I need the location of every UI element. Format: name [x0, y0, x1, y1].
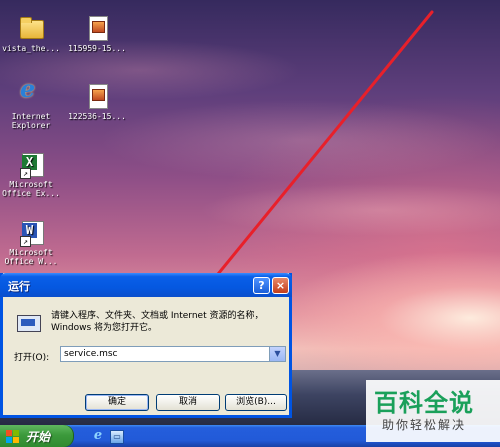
open-combobox[interactable]: service.msc ▼	[60, 346, 286, 362]
dialog-titlebar[interactable]: 运行 ? ×	[0, 273, 292, 297]
show-desktop-icon[interactable]: ▭	[110, 430, 124, 444]
watermark-brand: 百科全说	[374, 389, 474, 417]
cancel-button[interactable]: 取消	[156, 394, 220, 411]
watermark-tagline: 助你轻松解决	[382, 418, 467, 432]
open-label: 打开(O):	[14, 353, 50, 363]
watermark-logo: 百科全说 助你轻松解决	[366, 380, 500, 442]
close-button[interactable]: ×	[272, 277, 289, 294]
chevron-down-icon[interactable]: ▼	[269, 347, 285, 361]
start-button[interactable]: 开始	[0, 425, 74, 447]
run-program-icon	[17, 315, 41, 332]
browse-button[interactable]: 浏览(B)...	[225, 394, 287, 411]
help-button[interactable]: ?	[253, 277, 270, 294]
run-dialog: 运行 ? × 请键入程序、文件夹、文档或 Internet 资源的名称，Wind…	[0, 273, 292, 418]
dialog-description: 请键入程序、文件夹、文档或 Internet 资源的名称，Windows 将为您…	[51, 311, 264, 333]
ok-button[interactable]: 确定	[85, 394, 149, 411]
dialog-title: 运行	[8, 280, 30, 293]
internet-explorer-icon[interactable]: e	[90, 428, 106, 444]
open-input-value[interactable]: service.msc	[64, 349, 118, 359]
windows-logo-icon	[6, 430, 19, 443]
start-label: 开始	[26, 430, 51, 444]
